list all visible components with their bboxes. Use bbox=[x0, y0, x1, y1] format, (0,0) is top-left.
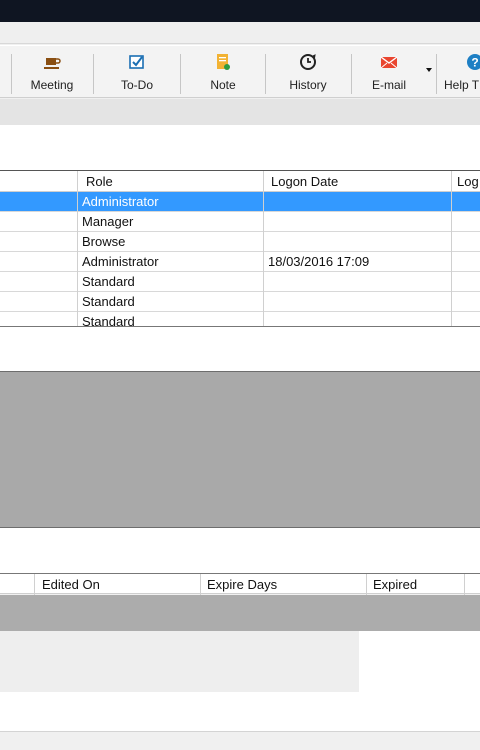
column-header-expire-days[interactable]: Expire Days bbox=[207, 577, 277, 592]
status-bar bbox=[0, 731, 480, 750]
content-area-lower bbox=[0, 528, 480, 573]
toolbar-separator bbox=[180, 54, 181, 94]
menu-strip bbox=[0, 22, 480, 44]
toolbar: Meeting To-Do Note History E-mail ? Help… bbox=[0, 45, 480, 98]
column-divider bbox=[366, 574, 367, 595]
envelope-icon bbox=[380, 56, 398, 69]
detail-panel bbox=[0, 371, 480, 528]
meeting-label: Meeting bbox=[30, 78, 74, 92]
coffee-cup-icon bbox=[44, 58, 61, 69]
cell-logon-date: 18/03/2016 17:09 bbox=[268, 254, 370, 269]
checkbox-icon bbox=[129, 55, 144, 69]
info-box bbox=[0, 631, 359, 692]
table-row[interactable]: Standard bbox=[0, 272, 480, 292]
column-divider bbox=[77, 171, 78, 326]
users-grid: Role Logon Date Log Administrator Manage… bbox=[0, 170, 480, 327]
table-row[interactable]: Administrator 18/03/2016 17:09 bbox=[0, 252, 480, 272]
cell-role: Standard bbox=[82, 314, 135, 327]
history-label: History bbox=[289, 78, 327, 92]
toolbar-separator bbox=[436, 54, 437, 94]
help-label: Help T bbox=[444, 78, 480, 92]
column-header-logon-date[interactable]: Logon Date bbox=[271, 174, 338, 189]
help-button[interactable]: ? Help T bbox=[439, 49, 480, 95]
table-row[interactable]: Browse bbox=[0, 232, 480, 252]
tab-band bbox=[0, 99, 480, 125]
svg-text:?: ? bbox=[471, 56, 478, 70]
window-title-bar bbox=[0, 0, 480, 22]
column-divider bbox=[451, 171, 452, 326]
table-row[interactable]: Administrator bbox=[0, 192, 480, 212]
cell-role: Browse bbox=[82, 234, 126, 249]
grid-header: Role Logon Date Log bbox=[0, 171, 480, 192]
note-button[interactable]: Note bbox=[183, 49, 263, 95]
cell-role: Administrator bbox=[82, 194, 159, 209]
note-label: Note bbox=[210, 78, 236, 92]
second-grid-header: Edited On Expire Days Expired bbox=[0, 573, 480, 595]
column-divider bbox=[34, 574, 35, 595]
table-row[interactable]: Standard bbox=[0, 312, 480, 327]
cell-role: Administrator bbox=[82, 254, 159, 269]
cell-role: Standard bbox=[82, 294, 135, 309]
history-clock-icon bbox=[300, 54, 316, 70]
cell-role: Manager bbox=[82, 214, 134, 229]
history-button[interactable]: History bbox=[268, 49, 348, 95]
help-icon: ? bbox=[467, 54, 480, 70]
todo-button[interactable]: To-Do bbox=[96, 49, 178, 95]
column-header-edited-on[interactable]: Edited On bbox=[42, 577, 100, 592]
column-divider bbox=[200, 574, 201, 595]
toolbar-separator bbox=[351, 54, 352, 94]
note-icon bbox=[217, 54, 230, 70]
email-label: E-mail bbox=[371, 78, 406, 92]
meeting-button[interactable]: Meeting bbox=[14, 49, 90, 95]
table-row[interactable]: Manager bbox=[0, 212, 480, 232]
table-row[interactable]: Standard bbox=[0, 292, 480, 312]
toolbar-separator bbox=[11, 54, 12, 94]
second-grid-body bbox=[0, 595, 480, 631]
toolbar-separator bbox=[265, 54, 266, 94]
email-dropdown-arrow-icon[interactable] bbox=[426, 68, 432, 72]
column-header-log[interactable]: Log bbox=[457, 174, 479, 189]
column-header-expired[interactable]: Expired bbox=[373, 577, 417, 592]
todo-label: To-Do bbox=[120, 78, 153, 92]
email-button[interactable]: E-mail bbox=[354, 49, 424, 95]
column-divider bbox=[263, 171, 264, 326]
cell-role: Standard bbox=[82, 274, 135, 289]
toolbar-separator bbox=[93, 54, 94, 94]
column-divider bbox=[464, 574, 465, 595]
column-header-role[interactable]: Role bbox=[86, 174, 113, 189]
